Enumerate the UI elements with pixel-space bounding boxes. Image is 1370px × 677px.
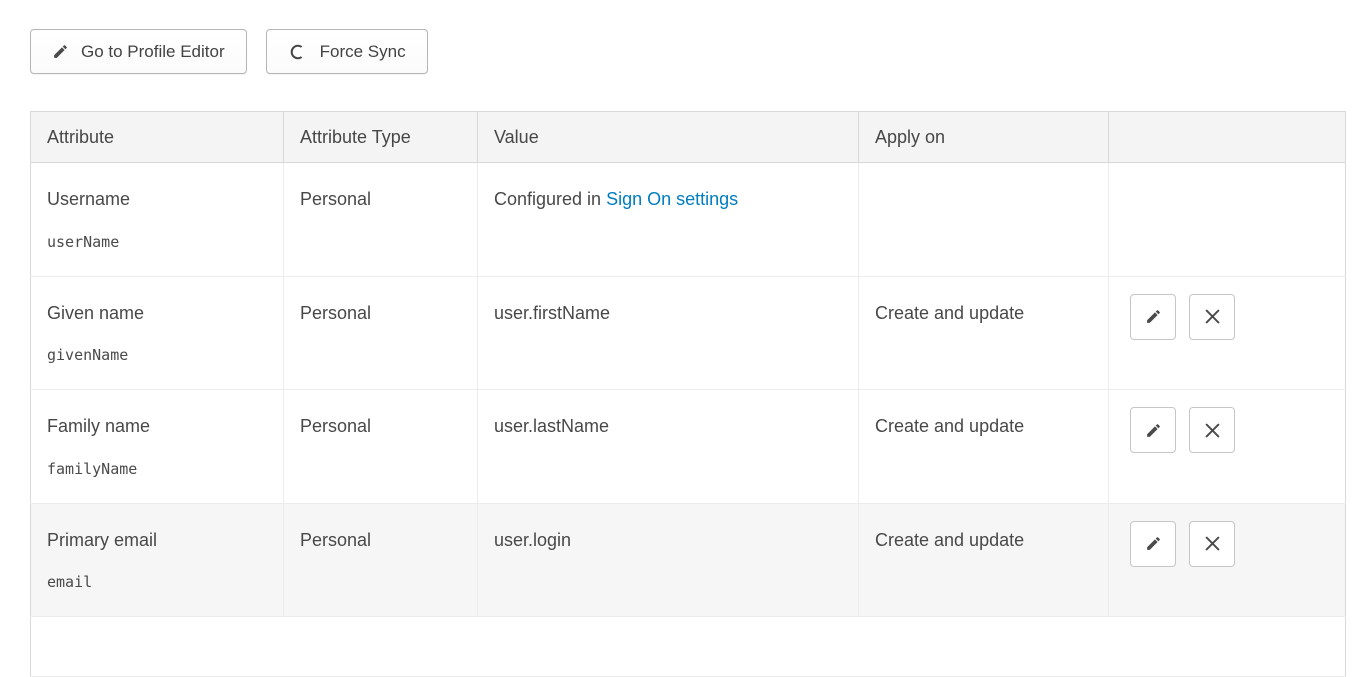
attribute-type-cell: Personal bbox=[284, 390, 478, 504]
attribute-cell: Family name familyName bbox=[31, 390, 284, 504]
table-row: Primary email email Personal user.login … bbox=[31, 503, 1346, 617]
attribute-code: userName bbox=[47, 233, 267, 251]
delete-attribute-button[interactable] bbox=[1189, 521, 1235, 567]
pencil-icon bbox=[1145, 535, 1162, 552]
attribute-code: givenName bbox=[47, 346, 267, 364]
table-row: Given name givenName Personal user.first… bbox=[31, 276, 1346, 390]
value-cell: user.login bbox=[478, 503, 859, 617]
force-sync-button[interactable]: Force Sync bbox=[266, 29, 428, 74]
go-to-profile-editor-label: Go to Profile Editor bbox=[81, 42, 225, 62]
table-header-row: Attribute Attribute Type Value Apply on bbox=[31, 112, 1346, 163]
header-actions bbox=[1109, 112, 1346, 163]
value-text: Configured in bbox=[494, 189, 606, 209]
attribute-cell: Username userName bbox=[31, 163, 284, 277]
header-attribute: Attribute bbox=[31, 112, 284, 163]
actions-cell bbox=[1109, 163, 1346, 277]
attribute-label: Family name bbox=[47, 416, 150, 436]
value-cell: Configured in Sign On settings bbox=[478, 163, 859, 277]
pencil-icon bbox=[52, 43, 69, 60]
actions-cell bbox=[1109, 276, 1346, 390]
table-row: Family name familyName Personal user.las… bbox=[31, 390, 1346, 504]
attribute-type-cell: Personal bbox=[284, 163, 478, 277]
value-text: user.firstName bbox=[494, 303, 610, 323]
edit-attribute-button[interactable] bbox=[1130, 407, 1176, 453]
refresh-icon bbox=[288, 42, 308, 62]
attribute-code: email bbox=[47, 573, 267, 591]
apply-on-cell: Create and update bbox=[859, 390, 1109, 504]
force-sync-label: Force Sync bbox=[320, 42, 406, 62]
edit-attribute-button[interactable] bbox=[1130, 521, 1176, 567]
attribute-type-cell: Personal bbox=[284, 276, 478, 390]
table-row: Username userName Personal Configured in… bbox=[31, 163, 1346, 277]
value-cell: user.lastName bbox=[478, 390, 859, 504]
attribute-cell: Given name givenName bbox=[31, 276, 284, 390]
attribute-type-cell: Personal bbox=[284, 503, 478, 617]
apply-on-cell: Create and update bbox=[859, 503, 1109, 617]
delete-attribute-button[interactable] bbox=[1189, 407, 1235, 453]
toolbar: Go to Profile Editor Force Sync bbox=[0, 0, 1370, 74]
attribute-cell: Primary email email bbox=[31, 503, 284, 617]
apply-on-cell: Create and update bbox=[859, 276, 1109, 390]
attribute-code: familyName bbox=[47, 460, 267, 478]
value-text: user.login bbox=[494, 530, 571, 550]
edit-attribute-button[interactable] bbox=[1130, 294, 1176, 340]
attribute-mappings-table: Attribute Attribute Type Value Apply on … bbox=[30, 111, 1346, 677]
actions-cell bbox=[1109, 390, 1346, 504]
header-apply-on: Apply on bbox=[859, 112, 1109, 163]
close-icon bbox=[1205, 536, 1220, 551]
close-icon bbox=[1205, 423, 1220, 438]
attribute-label: Username bbox=[47, 189, 130, 209]
actions-cell bbox=[1109, 503, 1346, 617]
pencil-icon bbox=[1145, 422, 1162, 439]
go-to-profile-editor-button[interactable]: Go to Profile Editor bbox=[30, 29, 247, 74]
value-text: user.lastName bbox=[494, 416, 609, 436]
header-attribute-type: Attribute Type bbox=[284, 112, 478, 163]
header-value: Value bbox=[478, 112, 859, 163]
delete-attribute-button[interactable] bbox=[1189, 294, 1235, 340]
pencil-icon bbox=[1145, 308, 1162, 325]
value-cell: user.firstName bbox=[478, 276, 859, 390]
attribute-label: Primary email bbox=[47, 530, 157, 550]
sign-on-settings-link[interactable]: Sign On settings bbox=[606, 189, 738, 209]
apply-on-cell bbox=[859, 163, 1109, 277]
attribute-label: Given name bbox=[47, 303, 144, 323]
close-icon bbox=[1205, 309, 1220, 324]
partial-row-cell bbox=[31, 617, 1346, 677]
table-row-partial bbox=[31, 617, 1346, 677]
